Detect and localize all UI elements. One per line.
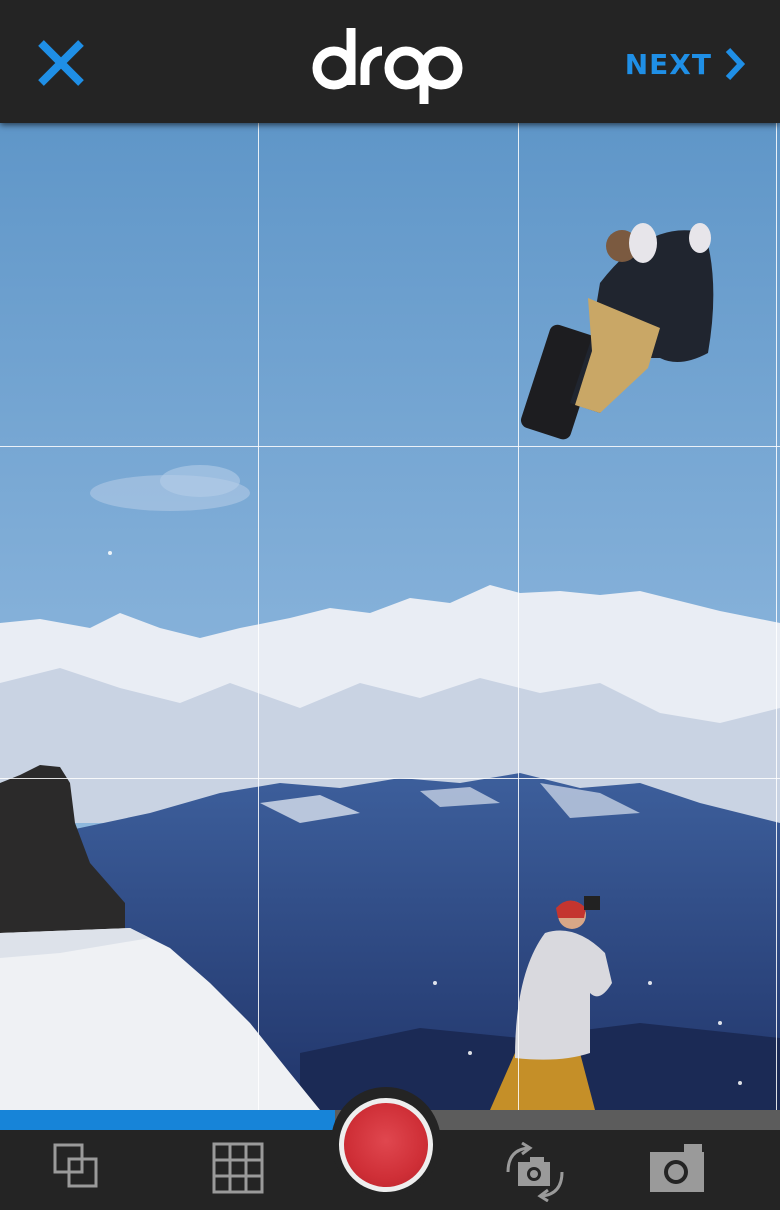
camera-viewfinder[interactable] [0,123,780,1110]
grid-icon [212,1142,264,1194]
top-bar: drop NEXT [0,0,780,123]
grid-line [518,123,519,1110]
drop-logo: drop [312,28,463,104]
switch-camera-icon [506,1141,564,1203]
camera-button[interactable] [648,1142,704,1198]
record-dot [344,1103,428,1187]
record-button[interactable] [339,1098,433,1192]
grid-line [0,778,780,779]
switch-camera-button[interactable] [500,1141,564,1203]
grid-line [258,123,259,1110]
recording-progress-fill [0,1110,336,1130]
chevron-right-icon [725,47,746,81]
overlay-button[interactable] [52,1142,108,1198]
camera-preview-image [0,123,780,1110]
overlay-icon [53,1143,98,1188]
next-label: NEXT [624,47,712,81]
grid-line [776,123,777,1110]
grid-line [0,446,780,447]
camera-icon [650,1144,704,1192]
next-button[interactable]: NEXT [625,44,746,84]
grid-toggle-button[interactable] [212,1142,268,1198]
close-button[interactable] [34,36,88,90]
close-icon [38,40,84,86]
